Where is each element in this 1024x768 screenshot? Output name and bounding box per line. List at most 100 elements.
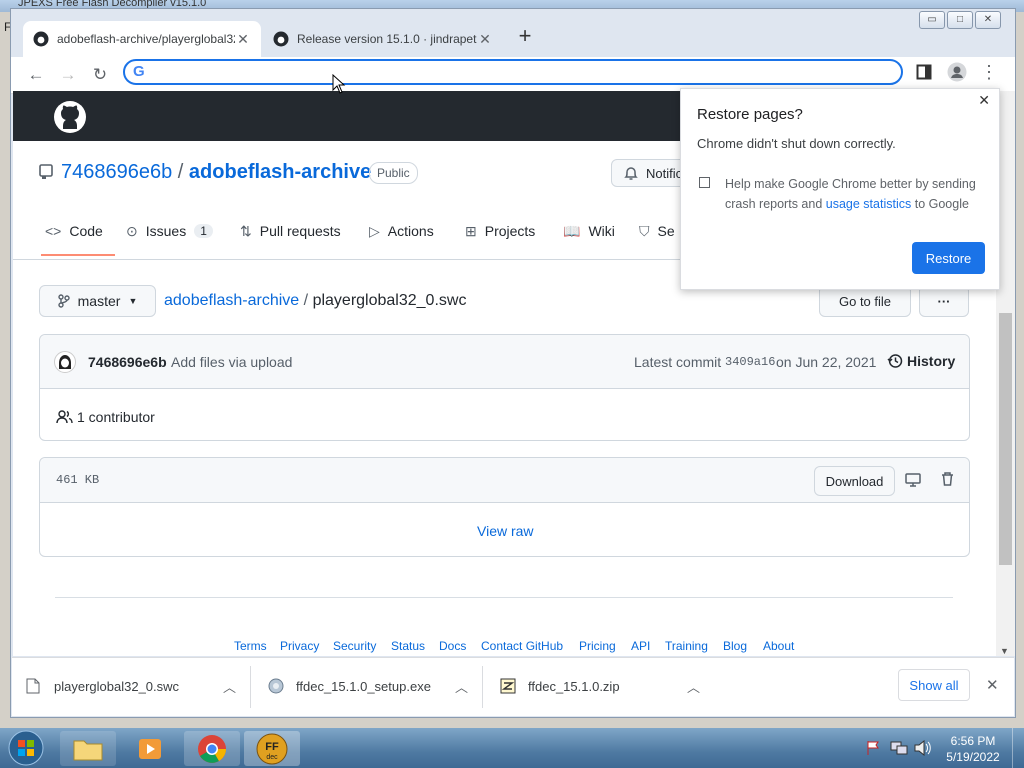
download-item[interactable]: ffdec_15.1.0.zip ︿ bbox=[500, 666, 700, 706]
repo-tab-label: Issues bbox=[145, 223, 187, 239]
branch-name: master bbox=[77, 293, 121, 309]
repo-tab-label: Code bbox=[69, 223, 103, 239]
dialog-message: Chrome didn't shut down correctly. bbox=[697, 136, 896, 151]
repo-name-link[interactable]: adobeflash-archive bbox=[189, 161, 371, 183]
view-raw-link[interactable]: View raw bbox=[477, 523, 534, 539]
repo-title: 7468696e6b / adobeflash-archive bbox=[61, 161, 371, 184]
footer-link-contact[interactable]: Contact GitHub bbox=[481, 639, 563, 653]
chevron-up-icon[interactable]: ︿ bbox=[687, 677, 700, 696]
breadcrumb-repo-link[interactable]: adobeflash-archive bbox=[164, 292, 299, 309]
active-tab-underline bbox=[41, 254, 115, 256]
taskbar-media-player[interactable] bbox=[122, 731, 178, 766]
repo-tab-actions[interactable]: ▷ Actions bbox=[369, 221, 434, 241]
caret-down-icon: ▼ bbox=[128, 296, 138, 306]
footer-link-training[interactable]: Training bbox=[665, 639, 708, 653]
chrome-icon bbox=[198, 734, 226, 763]
forward-button[interactable]: → bbox=[56, 63, 80, 87]
contributors-row[interactable]: 1 contributor bbox=[56, 409, 155, 425]
maximize-button[interactable]: □ bbox=[947, 11, 973, 29]
back-button[interactable]: ← bbox=[24, 63, 48, 87]
taskbar-ffdec[interactable]: FF dec bbox=[244, 731, 300, 766]
repo-separator: / bbox=[177, 161, 184, 183]
svg-text:dec: dec bbox=[266, 754, 278, 761]
footer-link-pricing[interactable]: Pricing bbox=[579, 639, 616, 653]
network-icon[interactable] bbox=[890, 740, 908, 756]
branch-select[interactable]: master ▼ bbox=[39, 285, 156, 317]
minimize-button[interactable]: ▭ bbox=[919, 11, 945, 29]
download-item[interactable]: playerglobal32_0.swc ︿ bbox=[26, 666, 236, 706]
commit-message[interactable]: Add files via upload bbox=[171, 354, 292, 370]
scroll-down-arrow-icon[interactable]: ▼ bbox=[1000, 646, 1009, 656]
tab-release[interactable]: Release version 15.1.0 · jindrapetrik ✕ bbox=[263, 21, 503, 57]
reload-button[interactable]: ↻ bbox=[88, 63, 112, 87]
download-button[interactable]: Download bbox=[814, 466, 895, 496]
taskbar-chrome[interactable] bbox=[184, 731, 240, 766]
close-window-button[interactable]: ✕ bbox=[975, 11, 1001, 29]
footer-link-terms[interactable]: Terms bbox=[234, 639, 267, 653]
repo-tab-projects[interactable]: ⊞ Projects bbox=[465, 221, 535, 241]
github-logo-icon[interactable] bbox=[53, 100, 87, 134]
footer-link-privacy[interactable]: Privacy bbox=[280, 639, 319, 653]
close-shelf-icon[interactable]: ✕ bbox=[986, 676, 999, 694]
usage-statistics-link[interactable]: usage statistics bbox=[826, 197, 911, 211]
repo-owner-link[interactable]: 7468696e6b bbox=[61, 161, 172, 183]
download-name: ffdec_15.1.0_setup.exe bbox=[296, 678, 431, 694]
repo-tab-wiki[interactable]: 📖 Wiki bbox=[563, 221, 615, 241]
tab-close-icon[interactable]: ✕ bbox=[477, 31, 493, 48]
footer-link-about[interactable]: About bbox=[763, 639, 794, 653]
profile-avatar-icon[interactable] bbox=[947, 62, 967, 82]
repo-tab-code[interactable]: <> Code bbox=[45, 221, 103, 241]
show-desktop-button[interactable] bbox=[1012, 728, 1024, 768]
contributors-count: 1 contributor bbox=[77, 409, 155, 425]
scrollbar-thumb[interactable] bbox=[999, 313, 1012, 565]
window-controls: ▭ □ ✕ bbox=[919, 11, 1001, 29]
history-label: History bbox=[907, 353, 956, 369]
repo-tab-label: Se bbox=[657, 223, 675, 239]
repo-tab-pull-requests[interactable]: ⇅ Pull requests bbox=[240, 221, 341, 241]
kebab-menu-icon[interactable]: ⋮ bbox=[979, 62, 999, 84]
tab-playerglobal[interactable]: adobeflash-archive/playerglobal32_0.swc … bbox=[23, 21, 261, 57]
play-icon: ▷ bbox=[369, 222, 380, 239]
restore-button[interactable]: Restore bbox=[912, 242, 985, 274]
trash-icon[interactable] bbox=[940, 471, 955, 487]
dialog-close-button[interactable]: ✕ bbox=[978, 92, 990, 109]
system-clock[interactable]: 6:56 PM 5/19/2022 bbox=[942, 733, 1004, 765]
taskbar: FF dec 6:56 PM 5/19/2022 bbox=[0, 728, 1024, 768]
show-all-button[interactable]: Show all bbox=[898, 669, 970, 701]
tab-label: adobeflash-archive/playerglobal32_0.swc bbox=[57, 32, 235, 46]
footer-link-api[interactable]: API bbox=[631, 639, 650, 653]
chevron-up-icon[interactable]: ︿ bbox=[455, 677, 468, 696]
restore-pages-dialog: Restore pages? ✕ Chrome didn't shut down… bbox=[680, 88, 1000, 290]
checkbox-text-3: to Google bbox=[914, 197, 969, 211]
checkbox-text-2: crash reports and bbox=[725, 197, 823, 211]
footer-link-docs[interactable]: Docs bbox=[439, 639, 466, 653]
repo-tab-issues[interactable]: ⊙ Issues 1 bbox=[126, 221, 213, 241]
omnibox-input[interactable] bbox=[155, 63, 889, 83]
footer-link-blog[interactable]: Blog bbox=[723, 639, 747, 653]
side-panel-icon[interactable] bbox=[916, 64, 932, 80]
volume-icon[interactable] bbox=[914, 740, 932, 756]
code-icon: <> bbox=[45, 223, 62, 239]
start-button-icon[interactable] bbox=[4, 729, 48, 767]
action-center-flag-icon[interactable] bbox=[866, 740, 882, 756]
download-item[interactable]: ffdec_15.1.0_setup.exe ︿ bbox=[268, 666, 468, 706]
footer-link-status[interactable]: Status bbox=[391, 639, 425, 653]
footer-link-security[interactable]: Security bbox=[333, 639, 376, 653]
commit-author[interactable]: 7468696e6b bbox=[88, 354, 167, 370]
desktop-icon[interactable] bbox=[905, 472, 921, 488]
history-link[interactable]: History bbox=[887, 353, 955, 369]
download-divider bbox=[482, 666, 483, 708]
commit-sha[interactable]: 3409a16 bbox=[725, 355, 775, 369]
author-avatar[interactable] bbox=[54, 351, 76, 373]
repo-tab-label: Wiki bbox=[588, 223, 615, 239]
taskbar-explorer[interactable] bbox=[60, 731, 116, 766]
issue-icon: ⊙ bbox=[126, 222, 138, 239]
new-tab-button[interactable]: + bbox=[513, 25, 537, 49]
usage-stats-checkbox[interactable] bbox=[699, 177, 710, 188]
dialog-title: Restore pages? bbox=[697, 106, 803, 123]
chevron-up-icon[interactable]: ︿ bbox=[223, 677, 236, 696]
tab-close-icon[interactable]: ✕ bbox=[235, 31, 251, 48]
ffdec-icon: FFdec bbox=[256, 733, 288, 764]
repo-tab-security[interactable]: ⛉ Se bbox=[639, 221, 675, 241]
omnibox[interactable]: G bbox=[123, 59, 903, 85]
